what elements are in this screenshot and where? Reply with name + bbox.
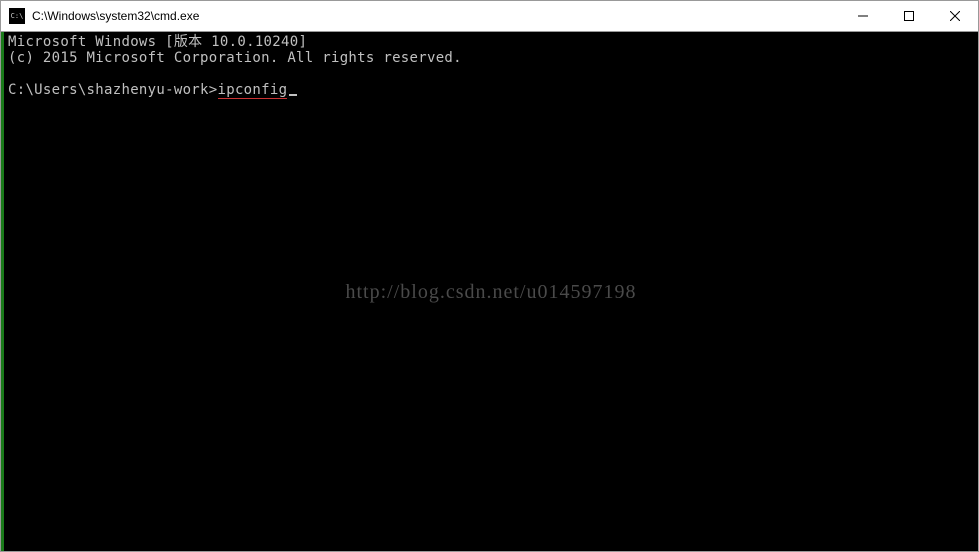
maximize-button[interactable]	[886, 1, 932, 31]
watermark-text: http://blog.csdn.net/u014597198	[346, 284, 637, 300]
terminal-area[interactable]: Microsoft Windows [版本 10.0.10240] (c) 20…	[1, 32, 978, 551]
terminal-cursor	[289, 94, 297, 96]
terminal-prompt-line: C:\Users\shazhenyu-work>ipconfig	[8, 82, 974, 98]
close-icon	[950, 11, 960, 21]
window-controls	[840, 1, 978, 31]
minimize-icon	[858, 11, 868, 21]
terminal-blank-line	[8, 66, 974, 82]
close-button[interactable]	[932, 1, 978, 31]
window-titlebar: C:\Windows\system32\cmd.exe	[1, 1, 978, 32]
cmd-icon	[9, 8, 25, 24]
terminal-line-copyright: (c) 2015 Microsoft Corporation. All righ…	[8, 50, 974, 66]
terminal-prompt: C:\Users\shazhenyu-work>	[8, 82, 218, 98]
terminal-command: ipconfig	[218, 82, 288, 99]
maximize-icon	[904, 11, 914, 21]
minimize-button[interactable]	[840, 1, 886, 31]
window-title: C:\Windows\system32\cmd.exe	[32, 9, 840, 23]
terminal-line-version: Microsoft Windows [版本 10.0.10240]	[8, 34, 974, 50]
